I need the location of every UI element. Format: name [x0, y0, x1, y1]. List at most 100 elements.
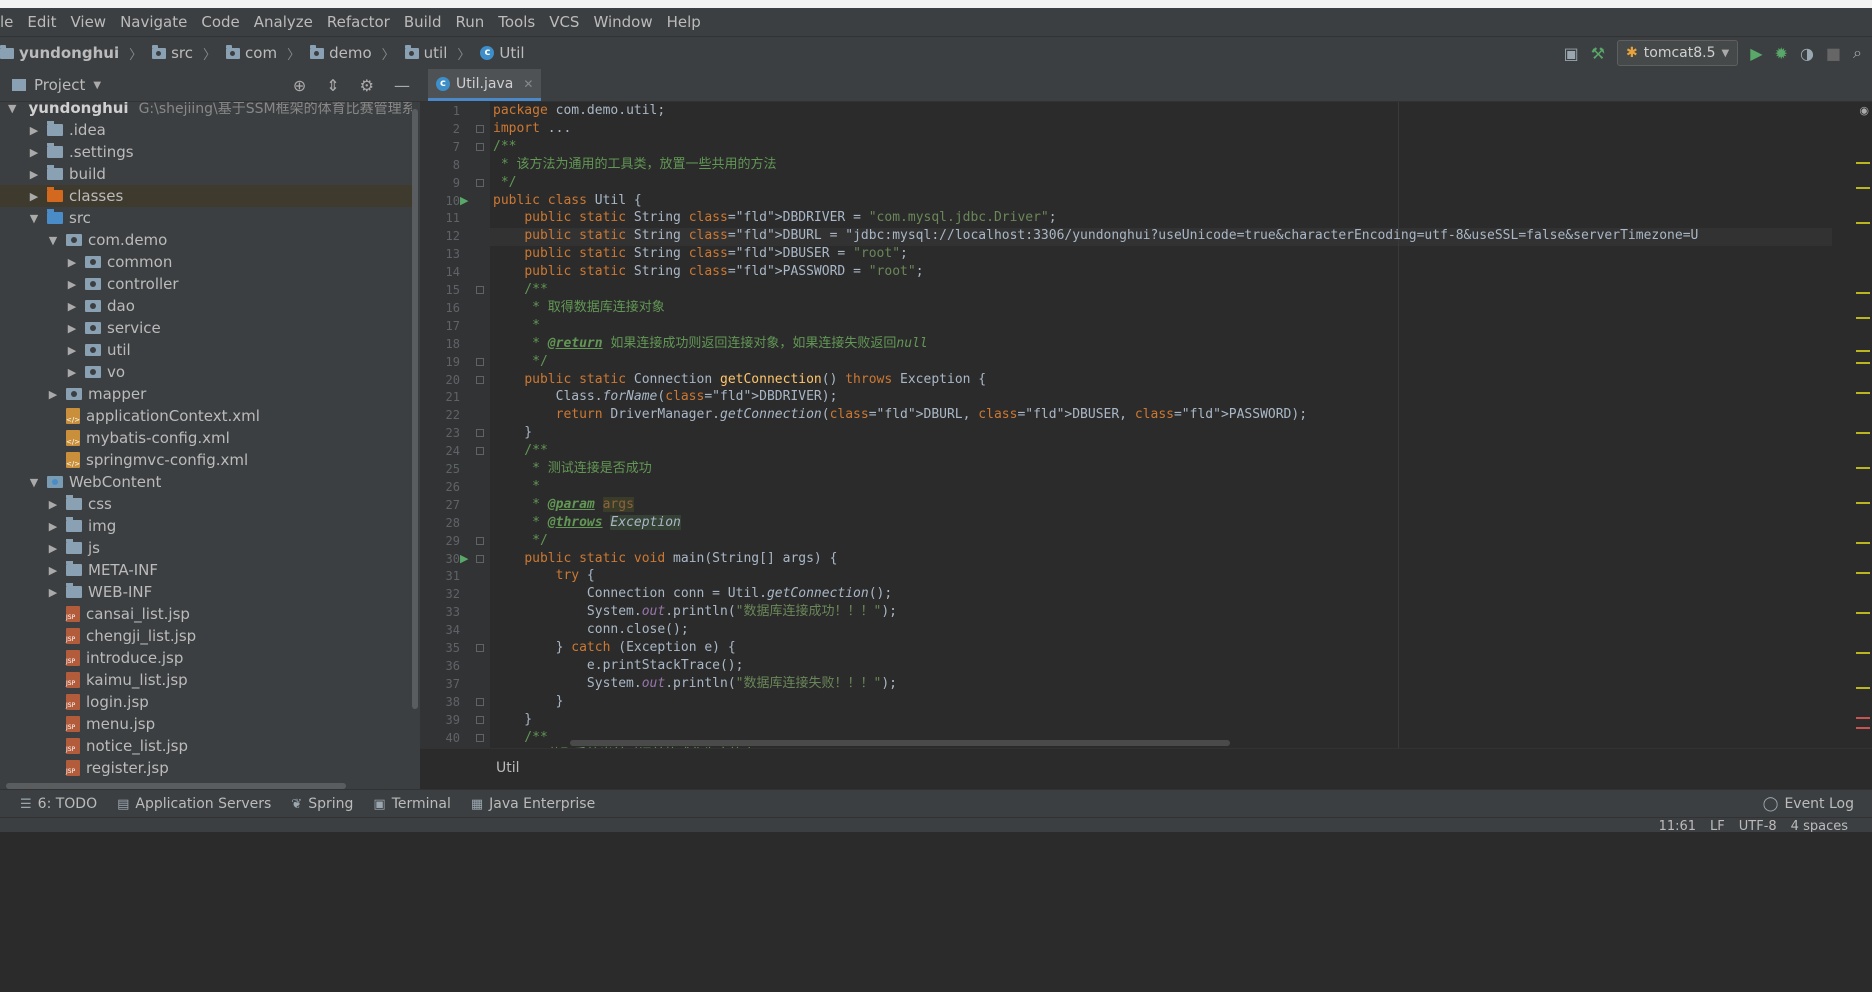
tree-item[interactable]: ▶ classes: [0, 185, 412, 207]
code-line[interactable]: */: [493, 174, 517, 192]
code-line[interactable]: System.out.println("数据库连接失败！！！");: [493, 675, 897, 693]
tree-item[interactable]: ▶ META-INF: [0, 559, 412, 581]
code-line[interactable]: * 取得数据库连接对象: [493, 299, 665, 317]
tool-window-button[interactable]: ❦ Spring: [291, 796, 353, 812]
run-gutter-icon[interactable]: ▶: [460, 552, 468, 565]
caret-position[interactable]: 11:61: [1659, 819, 1696, 832]
error-stripe-mark[interactable]: [1856, 572, 1870, 574]
code-line[interactable]: * 该方法为通用的工具类，放置一些共用的方法: [493, 156, 777, 174]
code-line[interactable]: /**: [493, 442, 548, 460]
fold-marker[interactable]: [476, 375, 484, 384]
code-line[interactable]: import ...: [493, 120, 571, 138]
editor-breadcrumb-item[interactable]: Util: [496, 760, 520, 776]
error-stripe-mark[interactable]: [1856, 222, 1870, 224]
code-line[interactable]: Class.forName(class="fld">DBDRIVER);: [493, 388, 838, 406]
error-stripe-mark[interactable]: [1856, 652, 1870, 654]
code-line[interactable]: *: [493, 478, 540, 496]
menu-item-code[interactable]: Code: [194, 13, 246, 31]
tree-item[interactable]: notice_list.jsp: [0, 735, 412, 757]
breadcrumb-item[interactable]: util: [404, 44, 447, 62]
chevron-right-icon[interactable]: ▶: [65, 366, 79, 379]
tree-item[interactable]: introduce.jsp: [0, 647, 412, 669]
code-line[interactable]: * @return 如果连接成功则返回连接对象，如果连接失败返回null: [493, 335, 928, 353]
tree-item[interactable]: ▶ WEB-INF: [0, 581, 412, 603]
chevron-down-icon[interactable]: ▼: [46, 234, 60, 247]
fold-marker[interactable]: [476, 286, 484, 294]
code-line[interactable]: return DriverManager.getConnection(class…: [493, 406, 1307, 424]
breadcrumb-item[interactable]: demo: [310, 44, 372, 62]
error-stripe-mark[interactable]: [1856, 542, 1870, 544]
chevron-right-icon[interactable]: ▶: [46, 520, 60, 533]
debug-icon[interactable]: ✹: [1775, 44, 1788, 63]
tree-item[interactable]: ▶ build: [0, 163, 412, 185]
code-line[interactable]: e.printStackTrace();: [493, 657, 744, 675]
code-line[interactable]: public class Util {: [493, 192, 642, 210]
tree-item[interactable]: ▶ service: [0, 317, 412, 339]
error-stripe-mark[interactable]: [1856, 187, 1870, 189]
tree-item[interactable]: ▶ img: [0, 515, 412, 537]
fold-marker[interactable]: [476, 142, 484, 151]
error-stripe-mark[interactable]: [1856, 727, 1870, 729]
tool-window-button[interactable]: ▣ Terminal: [373, 796, 450, 812]
menu-item-edit[interactable]: Edit: [20, 13, 63, 31]
run-gutter-icon[interactable]: ▶: [460, 194, 468, 207]
error-stripe-mark[interactable]: [1856, 687, 1870, 689]
breadcrumb-item[interactable]: com: [226, 44, 277, 62]
build-hammer-icon[interactable]: ⚒: [1591, 44, 1605, 63]
chevron-right-icon[interactable]: ▶: [46, 564, 60, 577]
breadcrumb-item[interactable]: c Util: [480, 44, 525, 62]
menu-item-analyze[interactable]: Analyze: [247, 13, 320, 31]
breadcrumb-item[interactable]: src: [152, 44, 193, 62]
chevron-right-icon[interactable]: ▶: [27, 146, 41, 159]
code-line[interactable]: public static void main(String[] args) {: [493, 550, 837, 568]
fold-marker[interactable]: [476, 429, 484, 438]
tree-item[interactable]: kaimu_list.jsp: [0, 669, 412, 691]
chevron-down-icon[interactable]: ▼: [8, 102, 16, 115]
chevron-right-icon[interactable]: ▶: [65, 300, 79, 313]
code-line[interactable]: }: [493, 424, 532, 442]
project-tree-vertical-scrollbar[interactable]: [412, 109, 418, 709]
tool-window-button[interactable]: ▤ Application Servers: [117, 796, 271, 812]
collapse-all-icon[interactable]: ⇕: [326, 76, 339, 95]
event-log-button[interactable]: ◯ Event Log: [1763, 790, 1854, 818]
tree-item[interactable]: menu.jsp: [0, 713, 412, 735]
tree-item[interactable]: ▶ util: [0, 339, 412, 361]
error-stripe-mark[interactable]: [1856, 317, 1870, 319]
line-separator[interactable]: LF: [1710, 819, 1725, 832]
menu-item-view[interactable]: View: [63, 13, 113, 31]
code-line[interactable]: public static String class="fld">DBURL =…: [493, 227, 1698, 245]
code-line[interactable]: public static String class="fld">PASSWOR…: [493, 263, 923, 281]
code-line[interactable]: /**: [493, 729, 548, 747]
chevron-down-icon[interactable]: ▼: [27, 476, 41, 489]
tree-item[interactable]: chengji_list.jsp: [0, 625, 412, 647]
code-line[interactable]: * 测试连接是否成功: [493, 460, 652, 478]
menu-item-help[interactable]: Help: [660, 13, 708, 31]
chevron-right-icon[interactable]: ▶: [65, 278, 79, 291]
code-line[interactable]: }: [493, 711, 532, 729]
run-configuration-select[interactable]: ✱ tomcat8.5 ▼: [1617, 40, 1739, 66]
tool-window-button[interactable]: ☰ 6: TODO: [20, 796, 97, 812]
code-line[interactable]: */: [493, 532, 548, 550]
search-icon[interactable]: ⌕: [1853, 43, 1862, 63]
gear-icon[interactable]: ⚙: [360, 76, 374, 95]
error-stripe-mark[interactable]: [1856, 350, 1870, 352]
tree-item[interactable]: ▶ mapper: [0, 383, 412, 405]
code-line[interactable]: * @param args: [493, 496, 634, 514]
tree-item[interactable]: ▶ css: [0, 493, 412, 515]
tree-item[interactable]: ▶ common: [0, 251, 412, 273]
code-line[interactable]: try {: [493, 567, 595, 585]
fold-marker[interactable]: [476, 178, 484, 187]
code-line[interactable]: /**: [493, 281, 548, 299]
tree-item[interactable]: ▼ src: [0, 207, 412, 229]
fold-marker[interactable]: [476, 554, 484, 563]
code-line[interactable]: *: [493, 317, 540, 335]
error-stripe-mark[interactable]: [1856, 502, 1870, 504]
chevron-right-icon[interactable]: ▶: [46, 388, 60, 401]
menu-item-refactor[interactable]: Refactor: [320, 13, 397, 31]
code-line[interactable]: } catch (Exception e) {: [493, 639, 736, 657]
menu-item-le[interactable]: le: [0, 13, 20, 31]
code-area[interactable]: package com.demo.util; import .../** * 该方…: [490, 102, 1832, 749]
tree-item[interactable]: ▶ vo: [0, 361, 412, 383]
code-line[interactable]: Connection conn = Util.getConnection();: [493, 585, 892, 603]
menu-item-vcs[interactable]: VCS: [542, 13, 586, 31]
